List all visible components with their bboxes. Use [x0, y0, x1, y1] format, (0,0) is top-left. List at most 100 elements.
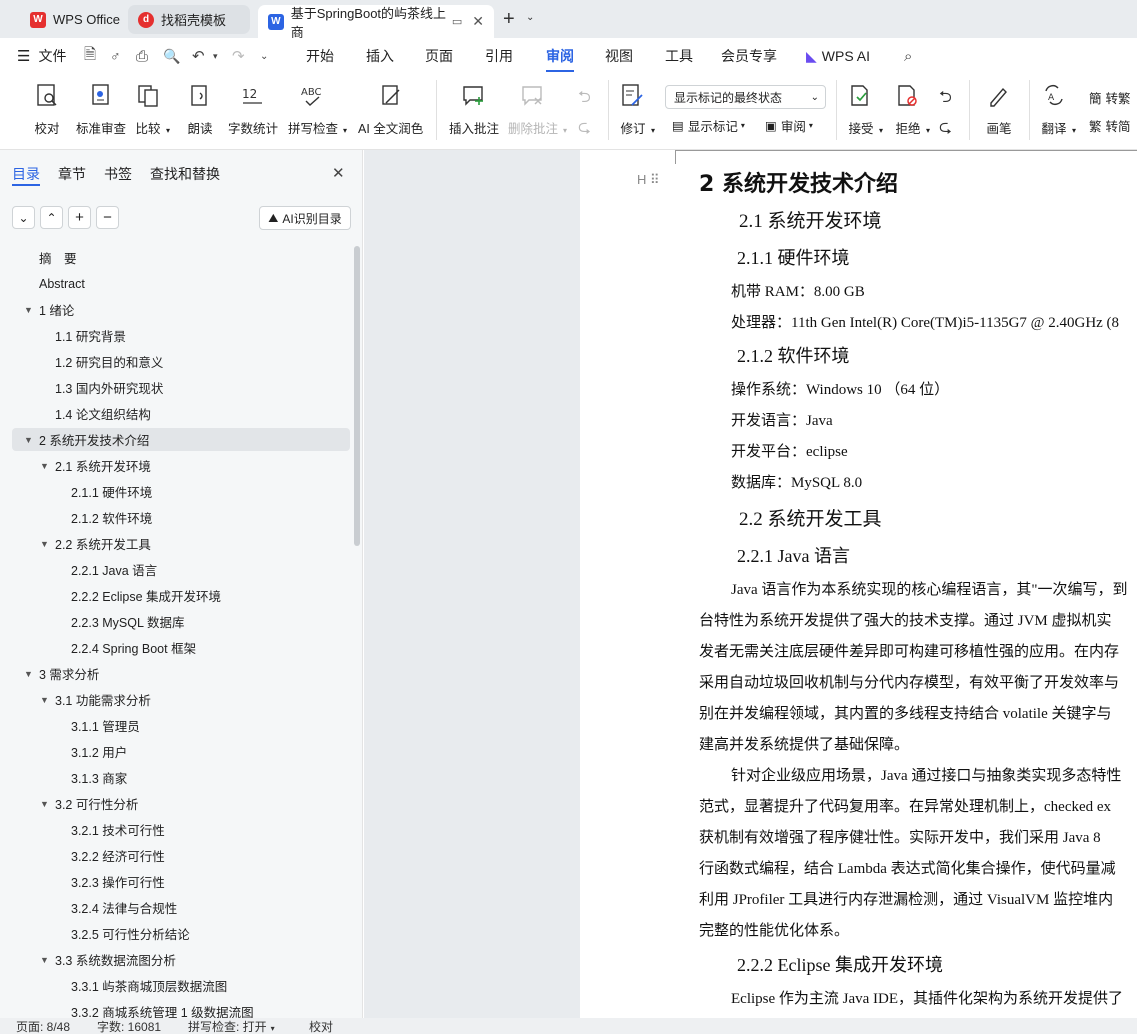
wps-ai-menu[interactable]: ◣ WPS AI — [806, 38, 870, 74]
add-heading-button[interactable]: + — [68, 206, 91, 229]
menu-member[interactable]: 会员专享 — [721, 38, 777, 74]
save-icon[interactable]: 🗎 — [84, 38, 96, 74]
paragraph-line[interactable]: 发者无需关注底层硬件差异即可构建可移植性强的应用。在内存 — [699, 640, 1119, 661]
undo-dropdown-icon[interactable]: ▾ — [213, 38, 218, 74]
to-simplified-button[interactable]: 繁转简 — [1089, 116, 1131, 135]
toc-item[interactable]: 1.4 论文组织结构 — [12, 402, 350, 425]
next-comment-icon[interactable]: ⮎ — [578, 116, 591, 143]
paragraph-line[interactable]: 行函数式编程，结合 Lambda 表达式简化集合操作，使代码量减 — [699, 857, 1116, 878]
print-icon[interactable]: ⎙ — [136, 38, 148, 74]
toc-item[interactable]: 2.2.1 Java 语言 — [12, 558, 350, 581]
toc-item[interactable]: 3.2.5 可行性分析结论 — [12, 922, 350, 945]
tab-wps-office[interactable]: W WPS Office — [20, 5, 130, 34]
collapse-all-button[interactable]: ⌄ — [12, 206, 35, 229]
toc-item[interactable]: 3.1.1 管理员 — [12, 714, 350, 737]
expand-triangle-icon[interactable]: ▼ — [40, 799, 49, 809]
ai-polish-button[interactable]: AI 全文润色 — [358, 82, 423, 137]
toc-item[interactable]: 3.2.2 经济可行性 — [12, 844, 350, 867]
expand-triangle-icon[interactable]: ▼ — [40, 461, 49, 471]
compare-button[interactable]: 比较 ▾ — [135, 82, 170, 137]
nav-tab-bookmarks[interactable]: 书签 — [104, 164, 132, 184]
paragraph-line[interactable]: 利用 JProfiler 工具进行内存泄漏检测，通过 VisualVM 监控堆内 — [699, 888, 1113, 909]
to-traditional-button[interactable]: 簡转繁 — [1089, 88, 1131, 107]
toc-item-selected[interactable]: ▼ 2 系统开发技术介绍 — [12, 428, 350, 451]
menu-reference[interactable]: 引用 — [485, 38, 513, 74]
toc-scrollbar[interactable] — [354, 246, 360, 546]
close-pane-icon[interactable]: ✕ — [332, 164, 345, 182]
redo-icon[interactable]: ↷ — [232, 38, 245, 74]
toc-item[interactable]: 2.1.1 硬件环境 — [12, 480, 350, 503]
markup-display-select[interactable]: 显示标记的最终状态 ⌄ — [665, 85, 826, 109]
proof-button[interactable]: 校对 — [34, 82, 60, 137]
menu-insert[interactable]: 插入 — [366, 38, 394, 74]
toc-item[interactable]: 1.2 研究目的和意义 — [12, 350, 350, 373]
proof-status[interactable]: 校对 — [309, 1018, 333, 1035]
toc-item[interactable]: 1.3 国内外研究现状 — [12, 376, 350, 399]
toc-item[interactable]: ▼ 2.2 系统开发工具 — [12, 532, 350, 555]
heading-style-icon[interactable]: H ⠿ — [637, 172, 660, 188]
expand-triangle-icon[interactable]: ▼ — [40, 695, 49, 705]
paragraph-line[interactable]: 建高并发系统提供了基础保障。 — [699, 733, 909, 754]
page-indicator[interactable]: 页面: 8/48 — [16, 1018, 70, 1035]
menu-review[interactable]: 审阅 — [546, 38, 574, 74]
pen-button[interactable]: 画笔 — [986, 82, 1012, 137]
heading-2-1-1[interactable]: 2.1.1 硬件环境 — [737, 244, 850, 270]
revise-button[interactable]: 修订 ▾ — [620, 82, 655, 137]
heading-2-2-2[interactable]: 2.2.2 Eclipse 集成开发环境 — [737, 951, 943, 977]
database-line[interactable]: 数据库：MySQL 8.0 — [731, 471, 862, 492]
expand-triangle-icon[interactable]: ▼ — [40, 955, 49, 965]
toc-item[interactable]: 3.1.3 商家 — [12, 766, 350, 789]
reject-button[interactable]: 拒绝 ▾ — [895, 82, 930, 137]
search-icon[interactable]: ⌕ — [904, 38, 912, 74]
paragraph-line[interactable]: Eclipse 作为主流 Java IDE，其插件化架构为系统开发提供了 — [731, 987, 1123, 1008]
delete-comment-button[interactable]: 删除批注 ▾ — [508, 82, 567, 137]
toc-item[interactable]: 2.2.3 MySQL 数据库 — [12, 610, 350, 633]
platform-line[interactable]: 开发平台：eclipse — [731, 440, 848, 461]
tab-document[interactable]: W 基于SpringBoot的屿茶线上商 ▭ ✕ — [258, 5, 494, 40]
nav-tab-toc[interactable]: 目录 — [12, 164, 40, 184]
paragraph-line[interactable]: 别在并发编程领域，其内置的多线程支持结合 volatile 关键字与 — [699, 702, 1112, 723]
tab-list-chevron-icon[interactable]: ⌄ — [526, 12, 534, 23]
toc-item[interactable]: 2.2.4 Spring Boot 框架 — [12, 636, 350, 659]
toc-item[interactable]: 2.2.2 Eclipse 集成开发环境 — [12, 584, 350, 607]
toc-item[interactable]: ▼ 2.1 系统开发环境 — [12, 454, 350, 477]
previous-revision-icon[interactable]: ⮌ — [939, 86, 952, 113]
heading-2-2-1[interactable]: 2.2.1 Java 语言 — [737, 542, 850, 568]
insert-comment-button[interactable]: 插入批注 — [449, 82, 499, 137]
word-count-status[interactable]: 字数: 16081 — [97, 1018, 161, 1035]
spell-check-button[interactable]: ABC 拼写检查 ▾ — [288, 82, 347, 137]
os-line[interactable]: 操作系统：Windows 10 （64 位） — [731, 378, 949, 399]
next-revision-icon[interactable]: ⮎ — [939, 116, 952, 143]
toc-item[interactable]: ▼ 1 绪论 — [12, 298, 350, 321]
toc-item[interactable]: 摘 要 — [12, 246, 350, 269]
expand-triangle-icon[interactable]: ▼ — [40, 539, 49, 549]
expand-triangle-icon[interactable]: ▼ — [24, 669, 33, 679]
toc-item[interactable]: ▼ 3.1 功能需求分析 — [12, 688, 350, 711]
language-line[interactable]: 开发语言：Java — [731, 409, 833, 430]
toc-item[interactable]: 3.3.1 屿茶商城顶层数据流图 — [12, 974, 350, 997]
standard-review-button[interactable]: 标准审查 — [76, 82, 126, 137]
file-menu[interactable]: ☰ 文件 — [17, 38, 66, 74]
show-marks-button[interactable]: ▤ 显示标记 ▾ — [672, 116, 745, 135]
cpu-line[interactable]: 处理器：11th Gen Intel(R) Core(TM)i5-1135G7 … — [731, 311, 1119, 332]
toc-item[interactable]: ▼ 3.3 系统数据流图分析 — [12, 948, 350, 971]
menu-start[interactable]: 开始 — [306, 38, 334, 74]
share-icon[interactable]: ♂ — [110, 38, 121, 74]
more-chevron-icon[interactable]: ⌄ — [260, 38, 268, 74]
toc-item[interactable]: ▼ 3 需求分析 — [12, 662, 350, 685]
toc-item[interactable]: ▼ 3.2 可行性分析 — [12, 792, 350, 815]
review-pane-button[interactable]: ▣ 审阅 ▾ — [765, 116, 813, 135]
toc-item[interactable]: 3.3.2 商城系统管理 1 级数据流图 — [12, 1000, 350, 1018]
toc-item[interactable]: 3.2.4 法律与合规性 — [12, 896, 350, 919]
paragraph-line[interactable]: 获机制有效增强了程序健壮性。实际开发中，我们采用 Java 8 — [699, 826, 1101, 847]
ram-line[interactable]: 机带 RAM：8.00 GB — [731, 280, 865, 301]
spell-check-status[interactable]: 拼写检查: 打开 ▾ — [188, 1018, 275, 1035]
read-aloud-button[interactable]: 朗读 — [187, 82, 213, 137]
undo-icon[interactable]: ↶ — [192, 38, 205, 74]
word-count-button[interactable]: 12 字数统计 — [228, 82, 278, 137]
paragraph-line[interactable]: 针对企业级应用场景，Java 通过接口与抽象类实现多态特性 — [731, 764, 1121, 785]
paragraph-line[interactable]: 台特性为系统开发提供了强大的技术支撑。通过 JVM 虚拟机实 — [699, 609, 1112, 630]
heading-2-1-2[interactable]: 2.1.2 软件环境 — [737, 342, 850, 368]
monitor-icon[interactable]: ▭ — [452, 15, 462, 28]
toc-item[interactable]: 3.1.2 用户 — [12, 740, 350, 763]
